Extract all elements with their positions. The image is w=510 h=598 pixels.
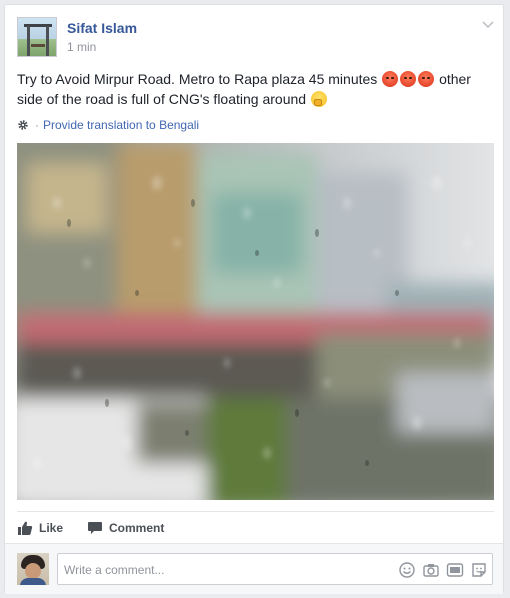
chevron-down-icon[interactable] xyxy=(481,17,495,31)
translation-link-label[interactable]: Provide translation to Bengali xyxy=(43,118,199,132)
comment-box[interactable] xyxy=(57,553,493,585)
author-name[interactable]: Sifat Islam xyxy=(67,20,137,36)
actions-divider xyxy=(17,511,494,512)
separator-dot: · xyxy=(35,118,39,132)
comment-input[interactable] xyxy=(64,561,364,579)
angry-face-icon xyxy=(382,71,399,87)
angry-face-icon xyxy=(400,71,417,87)
speech-bubble-icon xyxy=(88,522,103,534)
current-user-avatar[interactable] xyxy=(17,553,49,585)
like-label: Like xyxy=(39,521,64,535)
sticker-icon[interactable] xyxy=(470,561,488,579)
comment-label: Comment xyxy=(109,521,165,535)
thinking-face-icon xyxy=(310,91,327,107)
comment-composer xyxy=(5,543,503,594)
angry-face-icon xyxy=(418,71,435,87)
rainy-street-photo xyxy=(17,143,494,500)
gear-icon xyxy=(18,120,28,130)
post-actions: Like Comment xyxy=(17,519,188,537)
comment-button[interactable]: Comment xyxy=(87,520,164,536)
like-button[interactable]: Like xyxy=(17,520,63,536)
post-card: Sifat Islam 1 min Try to Avoid Mirpur Ro… xyxy=(4,4,504,594)
gif-icon[interactable] xyxy=(446,561,464,579)
thumbs-up-icon xyxy=(18,521,33,535)
post-body: Try to Avoid Mirpur Road. Metro to Rapa … xyxy=(17,69,493,109)
translation-link[interactable]: · Provide translation to Bengali xyxy=(17,117,199,133)
camera-icon[interactable] xyxy=(422,561,440,579)
author-avatar[interactable] xyxy=(17,17,57,57)
smiley-icon[interactable] xyxy=(398,561,416,579)
post-text-part1: Try to Avoid Mirpur Road. Metro to Rapa … xyxy=(17,71,378,87)
post-photo[interactable] xyxy=(17,143,494,500)
post-timestamp[interactable]: 1 min xyxy=(67,40,96,54)
